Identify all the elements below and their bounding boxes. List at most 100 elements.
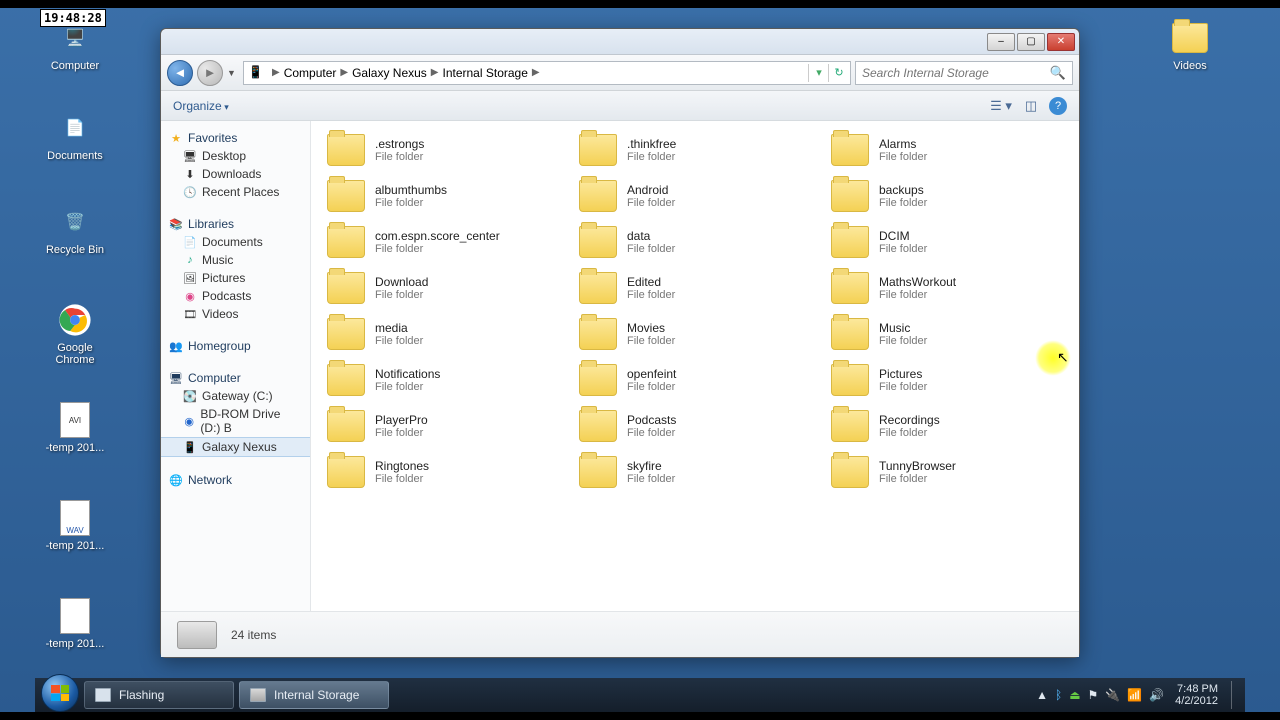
sidebar-network[interactable]: 🌐Network	[161, 471, 310, 489]
desktop-icon-temp-wav[interactable]: WAV -temp 201...	[40, 498, 110, 552]
breadcrumb-dropdown[interactable]: ▾	[808, 64, 826, 82]
desktop-icon-temp-txt[interactable]: -temp 201...	[40, 596, 110, 650]
refresh-button[interactable]: ↻	[828, 64, 846, 82]
tray-volume-icon[interactable]: 🔊	[1149, 688, 1164, 702]
desktop-icon-recycle-bin[interactable]: 🗑️ Recycle Bin	[40, 202, 110, 256]
close-button[interactable]: ✕	[1047, 33, 1075, 51]
sidebar-item-desktop[interactable]: 🖥Desktop	[161, 147, 310, 165]
titlebar[interactable]: – ▢ ✕	[161, 29, 1079, 55]
start-button[interactable]	[41, 674, 79, 712]
folder-type: File folder	[879, 473, 956, 485]
sidebar-item-pictures[interactable]: 🖼Pictures	[161, 269, 310, 287]
folder-type: File folder	[627, 197, 675, 209]
folder-icon	[831, 318, 869, 350]
taskbar-item-flashing[interactable]: Flashing	[84, 681, 234, 709]
tray-power-icon[interactable]: 🔌	[1105, 688, 1120, 702]
folder-name: TunnyBrowser	[879, 459, 956, 473]
nav-toolbar: ◄ ► ▼ 📱 ▶ Computer ▶ Galaxy Nexus ▶ Inte…	[161, 55, 1079, 91]
folder-item[interactable]: dataFile folder	[575, 223, 815, 261]
folder-item[interactable]: MathsWorkoutFile folder	[827, 269, 1067, 307]
folder-item[interactable]: backupsFile folder	[827, 177, 1067, 215]
folder-item[interactable]: TunnyBrowserFile folder	[827, 453, 1067, 491]
tray-bluetooth-icon[interactable]: ᛒ	[1055, 688, 1062, 702]
sidebar-item-music[interactable]: ♪Music	[161, 251, 310, 269]
folder-item[interactable]: DownloadFile folder	[323, 269, 563, 307]
sidebar-libraries[interactable]: 📚Libraries	[161, 215, 310, 233]
sidebar-item-podcasts[interactable]: ◉Podcasts	[161, 287, 310, 305]
view-mode-button[interactable]: ☰ ▾	[989, 96, 1013, 116]
folder-item[interactable]: DCIMFile folder	[827, 223, 1067, 261]
desktop-icon-videos[interactable]: Videos	[1155, 18, 1225, 72]
folder-item[interactable]: RecordingsFile folder	[827, 407, 1067, 445]
folder-item[interactable]: .estrongsFile folder	[323, 131, 563, 169]
folder-item[interactable]: openfeintFile folder	[575, 361, 815, 399]
sidebar-item-recent[interactable]: 🕓Recent Places	[161, 183, 310, 201]
window-icon	[95, 688, 111, 702]
search-icon[interactable]: 🔍	[1050, 65, 1066, 81]
minimize-button[interactable]: –	[987, 33, 1015, 51]
folder-icon	[579, 410, 617, 442]
system-tray: ▲ ᛒ ⏏ ⚑ 🔌 📶 🔊 7:48 PM 4/2/2012	[1036, 681, 1239, 709]
sidebar-item-videos[interactable]: 🎞Videos	[161, 305, 310, 323]
breadcrumb-device[interactable]: Galaxy Nexus	[352, 66, 427, 80]
breadcrumb-computer[interactable]: Computer	[284, 66, 337, 80]
folder-item[interactable]: com.espn.score_centerFile folder	[323, 223, 563, 261]
back-button[interactable]: ◄	[167, 60, 193, 86]
sidebar-item-downloads[interactable]: ⬇Downloads	[161, 165, 310, 183]
tray-show-hidden[interactable]: ▲	[1036, 688, 1048, 702]
folder-item[interactable]: MusicFile folder	[827, 315, 1067, 353]
maximize-button[interactable]: ▢	[1017, 33, 1045, 51]
sidebar-homegroup[interactable]: 👥Homegroup	[161, 337, 310, 355]
preview-pane-button[interactable]: ◫	[1019, 96, 1043, 116]
tray-action-center-icon[interactable]: ⚑	[1088, 688, 1099, 702]
folder-name: Ringtones	[375, 459, 429, 473]
desktop-icon-chrome[interactable]: Google Chrome	[40, 300, 110, 366]
sidebar-item-documents[interactable]: 📄Documents	[161, 233, 310, 251]
history-dropdown[interactable]: ▼	[227, 68, 239, 78]
folder-icon	[327, 180, 365, 212]
folder-item[interactable]: albumthumbsFile folder	[323, 177, 563, 215]
sidebar-item-drive-c[interactable]: 💽Gateway (C:)	[161, 387, 310, 405]
folder-type: File folder	[879, 427, 940, 439]
folder-item[interactable]: MoviesFile folder	[575, 315, 815, 353]
show-desktop-button[interactable]	[1231, 681, 1239, 709]
forward-button[interactable]: ►	[197, 60, 223, 86]
folder-item[interactable]: PicturesFile folder	[827, 361, 1067, 399]
tray-safely-remove-icon[interactable]: ⏏	[1069, 688, 1080, 702]
device-icon: 📱	[248, 65, 264, 81]
content-pane[interactable]: .estrongsFile folder .thinkfreeFile folde…	[311, 121, 1079, 611]
folder-item[interactable]: mediaFile folder	[323, 315, 563, 353]
sidebar-item-bdrom[interactable]: ◉BD-ROM Drive (D:) B	[161, 405, 310, 437]
folder-item[interactable]: NotificationsFile folder	[323, 361, 563, 399]
desktop-icon-documents[interactable]: 📄 Documents	[40, 108, 110, 162]
tray-network-icon[interactable]: 📶	[1127, 688, 1142, 702]
search-input[interactable]	[862, 66, 1050, 80]
folder-icon	[831, 226, 869, 258]
sidebar-computer[interactable]: 🖥Computer	[161, 369, 310, 387]
breadcrumb-storage[interactable]: Internal Storage	[443, 66, 528, 80]
homegroup-icon: 👥	[169, 339, 183, 353]
folder-item[interactable]: PlayerProFile folder	[323, 407, 563, 445]
folder-item[interactable]: .thinkfreeFile folder	[575, 131, 815, 169]
explorer-window: – ▢ ✕ ◄ ► ▼ 📱 ▶ Computer ▶ Galaxy Nexus …	[160, 28, 1080, 658]
desktop-icon-temp-avi[interactable]: AVI -temp 201...	[40, 400, 110, 454]
folder-item[interactable]: PodcastsFile folder	[575, 407, 815, 445]
folder-name: Android	[627, 183, 675, 197]
folder-name: Pictures	[879, 367, 927, 381]
folder-icon	[327, 318, 365, 350]
navigation-pane: ★Favorites 🖥Desktop ⬇Downloads 🕓Recent P…	[161, 121, 311, 611]
breadcrumb[interactable]: 📱 ▶ Computer ▶ Galaxy Nexus ▶ Internal S…	[243, 61, 851, 85]
taskbar-clock[interactable]: 7:48 PM 4/2/2012	[1175, 683, 1218, 707]
organize-menu[interactable]: Organize	[173, 99, 229, 113]
folder-item[interactable]: RingtonesFile folder	[323, 453, 563, 491]
folder-item[interactable]: AlarmsFile folder	[827, 131, 1067, 169]
recording-clock: 19:48:28	[40, 9, 106, 27]
sidebar-favorites[interactable]: ★Favorites	[161, 129, 310, 147]
folder-item[interactable]: AndroidFile folder	[575, 177, 815, 215]
folder-item[interactable]: skyfireFile folder	[575, 453, 815, 491]
folder-item[interactable]: EditedFile folder	[575, 269, 815, 307]
taskbar-item-internal-storage[interactable]: Internal Storage	[239, 681, 389, 709]
sidebar-item-galaxy-nexus[interactable]: 📱Galaxy Nexus	[161, 437, 310, 457]
search-box[interactable]: 🔍	[855, 61, 1073, 85]
help-button[interactable]: ?	[1049, 97, 1067, 115]
